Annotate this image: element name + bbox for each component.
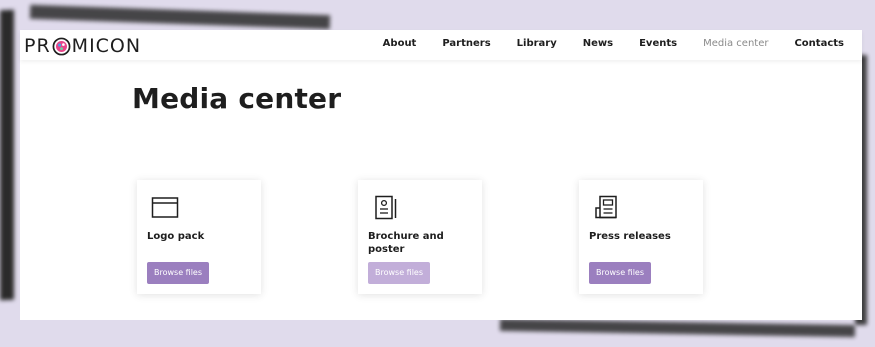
- nav-item-news[interactable]: News: [583, 38, 613, 49]
- main-nav: About Partners Library News Events Media…: [357, 38, 844, 49]
- card-press-releases: Press releases Browse files: [579, 180, 703, 294]
- nav-item-partners[interactable]: Partners: [442, 38, 490, 49]
- page: PR MICON About Partners Library News Eve…: [20, 30, 862, 320]
- shadow-edge-bottom: [499, 318, 856, 338]
- logo-o-icon: [52, 37, 71, 55]
- browse-files-button[interactable]: Browse files: [589, 262, 652, 284]
- screenshot-frame: PR MICON About Partners Library News Eve…: [0, 0, 875, 347]
- card-title: Logo pack: [147, 231, 205, 242]
- shadow-edge-left: [0, 9, 14, 301]
- card-logo-pack: Logo pack Browse files: [137, 180, 261, 294]
- document-icon: [375, 195, 397, 220]
- card-title: Brochure and poster: [368, 231, 444, 255]
- nav-item-media-center[interactable]: Media center: [703, 38, 768, 49]
- logo-text-left: PR: [24, 35, 51, 57]
- nav-item-contacts[interactable]: Contacts: [794, 38, 844, 49]
- logo-text-right: MICON: [71, 35, 142, 57]
- shadow-edge-top: [29, 4, 331, 30]
- nav-item-events[interactable]: Events: [639, 38, 677, 49]
- nav-item-about[interactable]: About: [383, 38, 417, 49]
- navbar: PR MICON About Partners Library News Eve…: [20, 30, 862, 60]
- browse-files-button[interactable]: Browse files: [147, 262, 210, 284]
- newspaper-icon: [595, 195, 617, 219]
- card-title: Press releases: [589, 231, 671, 242]
- brand-logo[interactable]: PR MICON: [24, 35, 141, 57]
- browse-files-button[interactable]: Browse files: [368, 262, 431, 284]
- card-brochure-and-poster: Brochure and poster Browse files: [358, 180, 482, 294]
- window-icon: [151, 197, 179, 218]
- nav-item-library[interactable]: Library: [517, 38, 557, 49]
- page-title: Media center: [132, 82, 342, 115]
